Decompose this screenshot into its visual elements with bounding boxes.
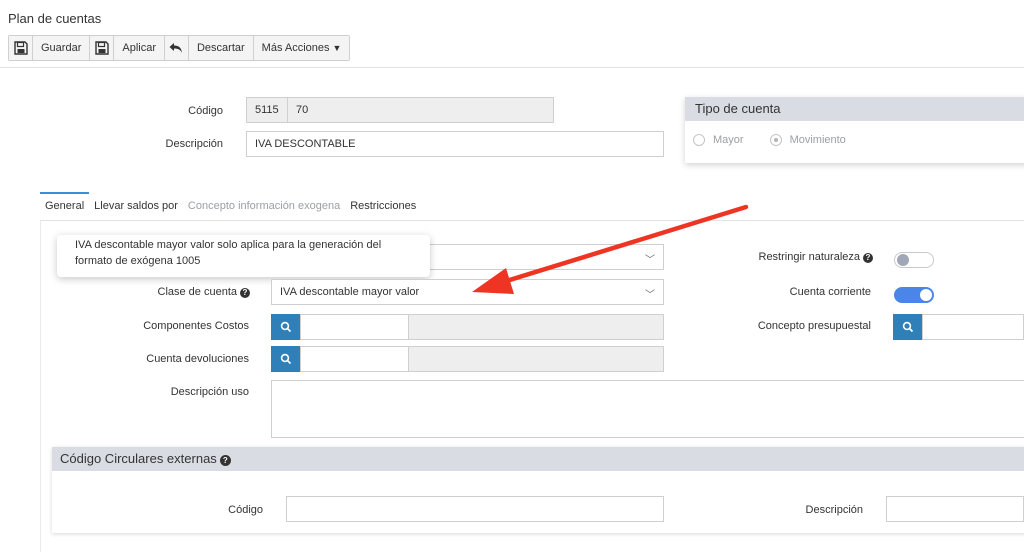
caret-down-icon: ▼ [332,43,342,53]
tab-concepto-exogena[interactable]: Concepto información exogena [183,192,345,221]
tab-content-border [40,221,41,552]
componentes-code-input[interactable] [300,314,409,340]
componentes-costos-label: Componentes Costos [143,320,249,332]
help-icon[interactable]: ? [219,455,231,466]
componentes-name-field [408,314,664,340]
help-icon[interactable]: ? [863,253,873,263]
radio-mayor[interactable] [693,134,705,146]
tab-bar: General Llevar saldos por Concepto infor… [40,192,1024,221]
toolbar: Guardar Aplicar Descartar Más Acciones ▼ [8,35,351,61]
circulares-title-text: Código Circulares externas [60,451,217,466]
more-actions-label: Más Acciones [261,42,330,54]
tab-restricciones[interactable]: Restricciones [345,192,421,221]
cuenta-devoluciones-label: Cuenta devoluciones [146,353,249,365]
tipo-cuenta-title: Tipo de cuenta [685,97,1024,121]
top-divider [0,67,1024,68]
concepto-presupuestal-label: Concepto presupuestal [757,320,871,332]
toggle-knob [897,254,909,266]
clase-cuenta-value: IVA descontable mayor valor [280,286,420,298]
chevron-down-icon: ﹀ [645,290,655,301]
presupuestal-search-button[interactable] [893,314,923,340]
help-icon[interactable]: ? [240,288,250,298]
toggle-knob [920,289,932,301]
cuenta-corriente-toggle[interactable] [894,287,934,303]
cuenta-corriente-label: Cuenta corriente [789,286,871,298]
tooltip: IVA descontable mayor valor solo aplica … [57,235,430,277]
clase-cuenta-label: Clase de cuenta? [120,286,250,298]
clase-cuenta-select[interactable]: IVA descontable mayor valor ﹀ [271,279,664,305]
clase-cuenta-label-text: Clase de cuenta [157,286,238,298]
search-icon [902,321,914,333]
search-icon [280,353,292,365]
restringir-naturaleza-toggle[interactable] [894,252,934,268]
circulares-title: Código Circulares externas? [52,447,1024,471]
save-icon[interactable] [9,36,33,60]
tab-general[interactable]: General [40,192,90,221]
save-button[interactable]: Guardar [33,36,91,60]
devoluciones-code-input[interactable] [300,346,409,372]
page-title: Plan de cuentas [8,11,102,26]
componentes-search-button[interactable] [271,314,301,340]
circular-descripcion-label: Descripción [805,504,863,516]
devoluciones-name-field [408,346,664,372]
codigo-suffix-field[interactable]: 70 [287,97,554,123]
codigo-label: Código [188,105,223,117]
chevron-down-icon: ﹀ [645,255,655,266]
descripcion-uso-textarea[interactable] [271,380,1024,438]
descripcion-field[interactable]: IVA DESCONTABLE [246,131,664,157]
tab-llevar-saldos[interactable]: Llevar saldos por [89,192,183,221]
discard-button[interactable]: Descartar [188,36,254,60]
presupuestal-code-input[interactable] [922,314,1024,340]
apply-button[interactable]: Aplicar [114,36,165,60]
circular-descripcion-input[interactable] [886,496,1024,522]
tipo-cuenta-panel: Tipo de cuenta Mayor Movimiento [685,97,1024,163]
more-actions-button[interactable]: Más Acciones ▼ [253,36,350,60]
undo-icon[interactable] [164,36,189,60]
devoluciones-search-button[interactable] [271,346,301,372]
search-icon [280,321,292,333]
restringir-naturaleza-label: Restringir naturaleza? [740,251,873,263]
codigo-prefix-field: 5115 [246,97,288,123]
descripcion-uso-label: Descripción uso [170,386,249,398]
descripcion-label: Descripción [165,138,223,150]
restringir-naturaleza-text: Restringir naturaleza [758,251,861,263]
apply-icon[interactable] [90,36,115,60]
radio-movimiento[interactable] [769,134,782,146]
radio-movimiento-label: Movimiento [789,134,846,146]
circular-codigo-label: Código [228,504,263,516]
radio-mayor-label: Mayor [713,134,744,146]
circular-codigo-input[interactable] [286,496,664,522]
tipo-cuenta-options: Mayor Movimiento [693,134,846,146]
